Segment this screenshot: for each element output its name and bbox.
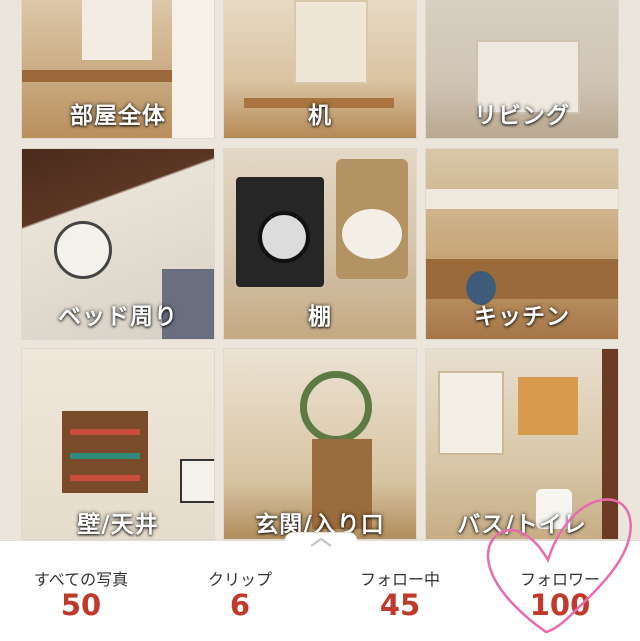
category-tile-living[interactable]: リビング (426, 0, 618, 138)
room-category-grid: 部屋全体 机 リビング ベッド周り 棚 キッチン 壁/天井 玄関/入り口 バス/… (0, 0, 640, 540)
stat-following[interactable]: フォロー中 45 (325, 540, 475, 640)
category-label: ベッド周り (58, 304, 178, 330)
stat-value: 45 (379, 588, 421, 622)
category-tile-bed[interactable]: ベッド周り (22, 149, 214, 339)
stat-value: 6 (229, 588, 251, 622)
category-label: 壁/天井 (77, 512, 159, 538)
stat-label: クリップ (207, 570, 272, 589)
stat-label: すべての写真 (33, 570, 129, 589)
category-label: 棚 (308, 304, 332, 330)
heart-annotation-icon (487, 498, 632, 634)
category-label: リビング (474, 103, 570, 129)
category-label: 机 (308, 103, 332, 129)
category-label: キッチン (474, 304, 570, 330)
category-tile-desk[interactable]: 机 (224, 0, 416, 138)
category-tile-shelf[interactable]: 棚 (224, 149, 416, 339)
stat-clips[interactable]: クリップ 6 (165, 540, 315, 640)
category-tile-kitchen[interactable]: キッチン (426, 149, 618, 339)
category-tile-entrance[interactable]: 玄関/入り口 (224, 349, 416, 539)
category-label: 部屋全体 (70, 103, 166, 129)
stat-label: フォロー中 (359, 570, 440, 589)
stat-all-photos[interactable]: すべての写真 50 (6, 540, 156, 640)
stat-value: 50 (60, 588, 102, 622)
category-tile-room[interactable]: 部屋全体 (22, 0, 214, 138)
category-tile-wall[interactable]: 壁/天井 (22, 349, 214, 539)
